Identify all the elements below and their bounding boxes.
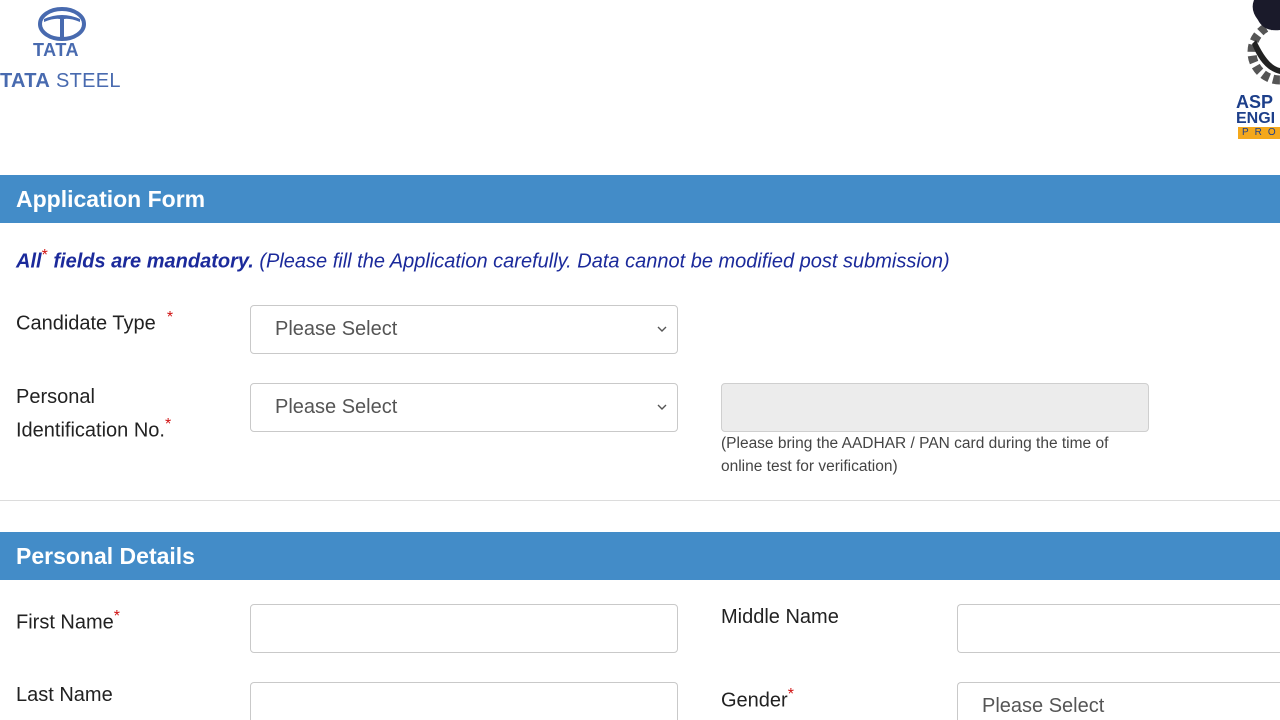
pin-label: Personal Identification No.* xyxy=(16,386,172,442)
gender-selected-value: Please Select xyxy=(982,695,1105,717)
pin-type-select[interactable]: Please Select xyxy=(250,383,678,432)
pin-type-selected-value: Please Select xyxy=(275,396,398,418)
tata-steel-wordmark: TATA STEEL xyxy=(0,70,121,92)
section-divider xyxy=(0,500,1280,501)
chevron-down-icon xyxy=(657,326,667,332)
middle-name-label: Middle Name xyxy=(721,606,839,628)
chevron-down-icon xyxy=(657,404,667,410)
first-name-input[interactable] xyxy=(250,604,678,653)
personal-details-header: Personal Details xyxy=(0,532,1280,580)
pin-hint-text: (Please bring the AADHAR / PAN card duri… xyxy=(721,435,1109,475)
first-name-label: First Name* xyxy=(16,608,121,634)
middle-name-input[interactable] xyxy=(957,604,1280,653)
candidate-type-select[interactable]: Please Select xyxy=(250,305,678,354)
gender-label: Gender* xyxy=(721,686,794,712)
candidate-type-selected-value: Please Select xyxy=(275,318,398,340)
last-name-input[interactable] xyxy=(250,682,678,720)
last-name-label: Last Name xyxy=(16,684,113,706)
application-form-header: Application Form xyxy=(0,175,1280,223)
partner-logo-line3: PRO xyxy=(1238,127,1280,139)
pin-number-input[interactable] xyxy=(721,383,1149,432)
gender-select[interactable]: Please Select xyxy=(957,682,1280,720)
candidate-type-label: Candidate Type * xyxy=(16,309,174,335)
mandatory-notice: All* fields are mandatory. (Please fill … xyxy=(16,247,950,273)
tata-logo-word: TATA xyxy=(33,40,79,60)
partner-logo-line2: ENGI xyxy=(1236,110,1276,127)
